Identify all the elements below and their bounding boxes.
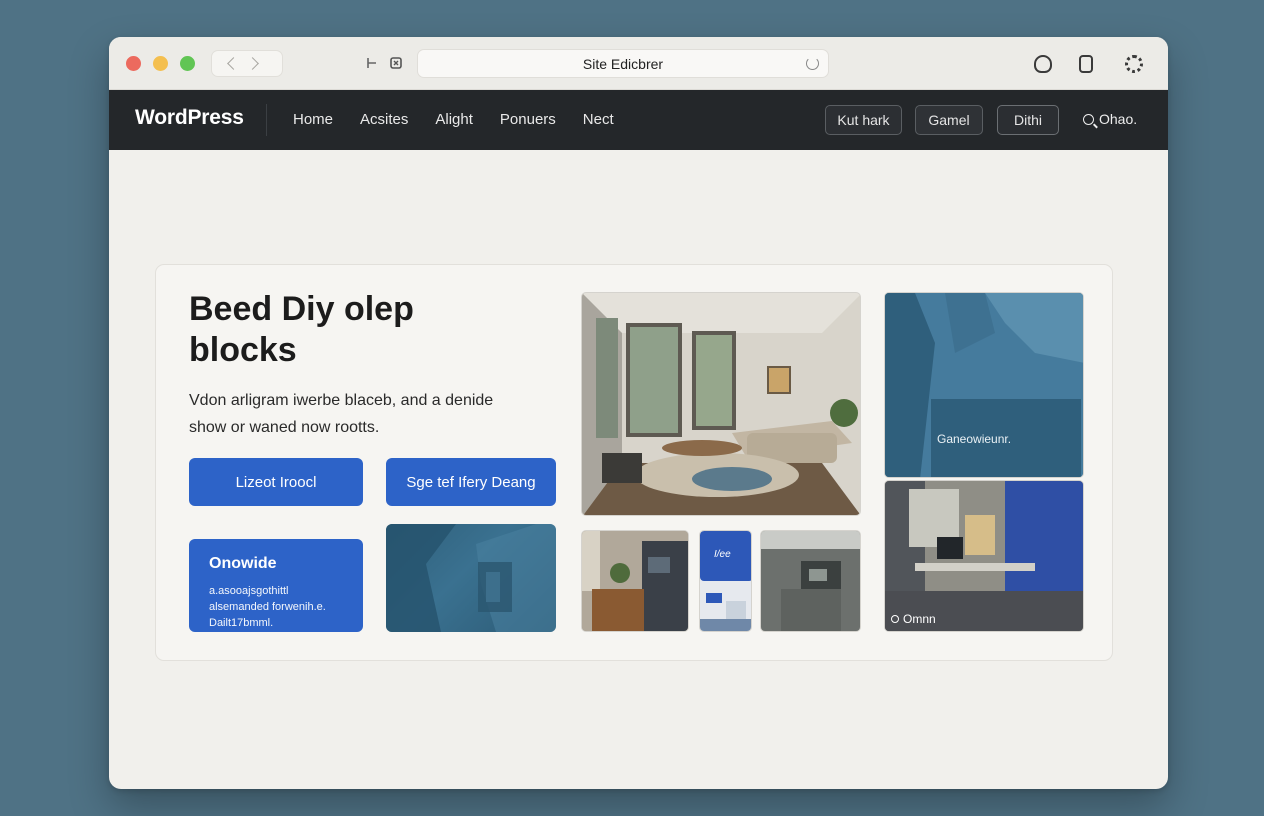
main-nav: Home Acsites Alight Ponuers Nect: [293, 111, 641, 128]
back-chevron-icon[interactable]: [227, 57, 240, 70]
workspace-thumbnail[interactable]: [581, 530, 689, 632]
info-tile-description: a.asooajsgothittl alsemanded forwenih.e.…: [209, 585, 326, 629]
site-logo[interactable]: WordPress: [135, 106, 244, 130]
app-header: WordPress Home Acsites Alight Ponuers Ne…: [109, 90, 1168, 150]
header-divider: [266, 104, 267, 136]
hero-block[interactable]: Beed Diy olep blocks Vdon arligram iwerb…: [155, 264, 1113, 661]
address-bar[interactable]: Site Edicbrer: [417, 49, 829, 78]
search-icon: [1083, 113, 1094, 125]
close-window-button[interactable]: [126, 56, 141, 71]
secondary-cta-button[interactable]: Sge tef Ifery Deang: [386, 458, 556, 506]
image-caption: Ganeowieunr.: [931, 399, 1081, 477]
abstract-image-tile[interactable]: [386, 524, 556, 632]
nav-item-home[interactable]: Home: [293, 111, 333, 128]
info-tile-title: Onowide: [209, 555, 277, 572]
radio-icon: [891, 615, 899, 623]
header-button-1[interactable]: Kut hark: [825, 105, 902, 135]
nav-item-nect[interactable]: Nect: [583, 111, 614, 128]
nav-item-ponuers[interactable]: Ponuers: [500, 111, 556, 128]
nav-item-sites[interactable]: Acsites: [360, 111, 408, 128]
notifications-icon[interactable]: [1034, 55, 1052, 73]
header-button-3[interactable]: Dithi: [997, 105, 1059, 135]
nav-item-alight[interactable]: Alight: [435, 111, 473, 128]
zoom-window-button[interactable]: [180, 56, 195, 71]
share-icon[interactable]: [1079, 55, 1093, 73]
office-label: Omnn: [891, 612, 936, 626]
header-search-label: Ohao.: [1099, 111, 1138, 127]
address-bar-title: Site Edicbrer: [582, 55, 664, 72]
settings-gear-icon[interactable]: [1125, 55, 1143, 73]
reload-icon[interactable]: [806, 57, 819, 70]
sidebar-toggle-icon[interactable]: [363, 54, 381, 72]
primary-cta-button[interactable]: Lizeot Iroocl: [189, 458, 363, 506]
minimize-window-button[interactable]: [153, 56, 168, 71]
browser-window: Site Edicbrer WordPress Home Acsites Ali…: [109, 37, 1168, 789]
header-search[interactable]: Ohao.: [1083, 111, 1137, 127]
extensions-icon[interactable]: [387, 54, 405, 72]
hero-description: Vdon arligram iwerbe blaceb, and a denid…: [189, 392, 494, 436]
office-label-text: Omnn: [903, 612, 936, 626]
history-nav: [211, 50, 283, 77]
studio-thumbnail[interactable]: [760, 530, 861, 632]
forward-chevron-icon[interactable]: [246, 57, 259, 70]
hero-title: Beed Diy olep blocks: [189, 290, 414, 369]
thumb-label: I/ee: [714, 549, 731, 560]
blue-thumbnail[interactable]: I/ee: [699, 530, 752, 632]
office-image[interactable]: Omnn: [884, 480, 1084, 632]
living-room-image[interactable]: [581, 292, 861, 516]
title-bar: Site Edicbrer: [109, 37, 1168, 90]
header-button-2[interactable]: Gamel: [915, 105, 983, 135]
info-tile[interactable]: Onowide a.asooajsgothittl alsemanded for…: [189, 539, 363, 632]
abstract-blue-image[interactable]: Ganeowieunr.: [884, 292, 1084, 478]
